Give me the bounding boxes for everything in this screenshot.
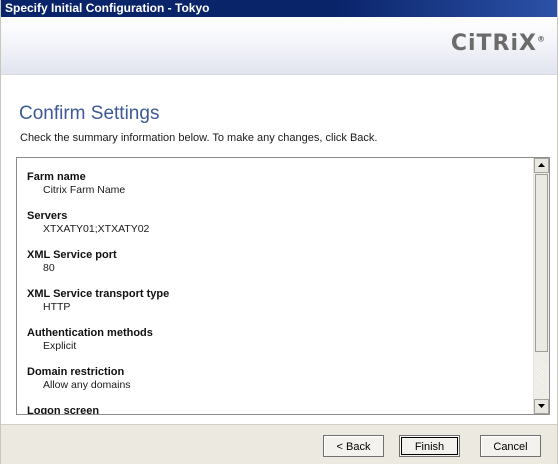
summary-label: Domain restriction <box>27 366 125 378</box>
summary-item-logon-screen: Logon screen <box>27 404 527 415</box>
summary-value: Allow any domains <box>43 379 131 391</box>
summary-value: XTXATY01;XTXATY02 <box>43 223 150 235</box>
window-title: Specify Initial Configuration - Tokyo <box>5 1 210 15</box>
summary-label: XML Service port <box>27 249 117 261</box>
finish-button[interactable]: Finish <box>399 435 460 457</box>
summary-item-xml-transport-type: XML Service transport type HTTP <box>27 287 527 326</box>
summary-value: 80 <box>43 262 55 274</box>
summary-label: XML Service transport type <box>27 288 170 300</box>
header-banner: CiTRiX® <box>1 17 557 74</box>
summary-item-authentication-methods: Authentication methods Explicit <box>27 326 527 365</box>
summary-list: Farm name Citrix Farm Name Servers XTXAT… <box>27 170 527 415</box>
window-title-bar[interactable]: Specify Initial Configuration - Tokyo <box>1 0 557 17</box>
citrix-logo: CiTRiX® <box>450 31 545 56</box>
configuration-window: Specify Initial Configuration - Tokyo Ci… <box>0 0 558 464</box>
summary-item-xml-service-port: XML Service port 80 <box>27 248 527 287</box>
summary-label: Logon screen <box>27 405 100 415</box>
arrow-up-icon <box>538 163 545 167</box>
button-bar: < Back Finish Cancel <box>1 424 557 464</box>
arrow-down-icon <box>538 404 545 408</box>
summary-label: Servers <box>27 210 68 222</box>
summary-panel[interactable]: Farm name Citrix Farm Name Servers XTXAT… <box>16 157 550 415</box>
cancel-button[interactable]: Cancel <box>480 435 541 457</box>
back-button[interactable]: < Back <box>323 435 384 457</box>
scroll-down-button[interactable] <box>534 399 549 414</box>
page-title: Confirm Settings <box>19 103 160 124</box>
summary-label: Farm name <box>27 171 86 183</box>
summary-value: Explicit <box>43 340 77 352</box>
page-subtitle: Check the summary information below. To … <box>20 132 378 144</box>
summary-item-domain-restriction: Domain restriction Allow any domains <box>27 365 527 404</box>
summary-value: HTTP <box>43 301 71 313</box>
scroll-up-button[interactable] <box>534 158 549 173</box>
summary-value: Citrix Farm Name <box>43 184 126 196</box>
scrollbar-thumb[interactable] <box>535 174 548 352</box>
summary-item-farm-name: Farm name Citrix Farm Name <box>27 170 527 209</box>
summary-item-servers: Servers XTXATY01;XTXATY02 <box>27 209 527 248</box>
vertical-scrollbar[interactable] <box>533 158 549 414</box>
wizard-content: Confirm Settings Check the summary infor… <box>1 74 557 425</box>
summary-label: Authentication methods <box>27 327 153 339</box>
